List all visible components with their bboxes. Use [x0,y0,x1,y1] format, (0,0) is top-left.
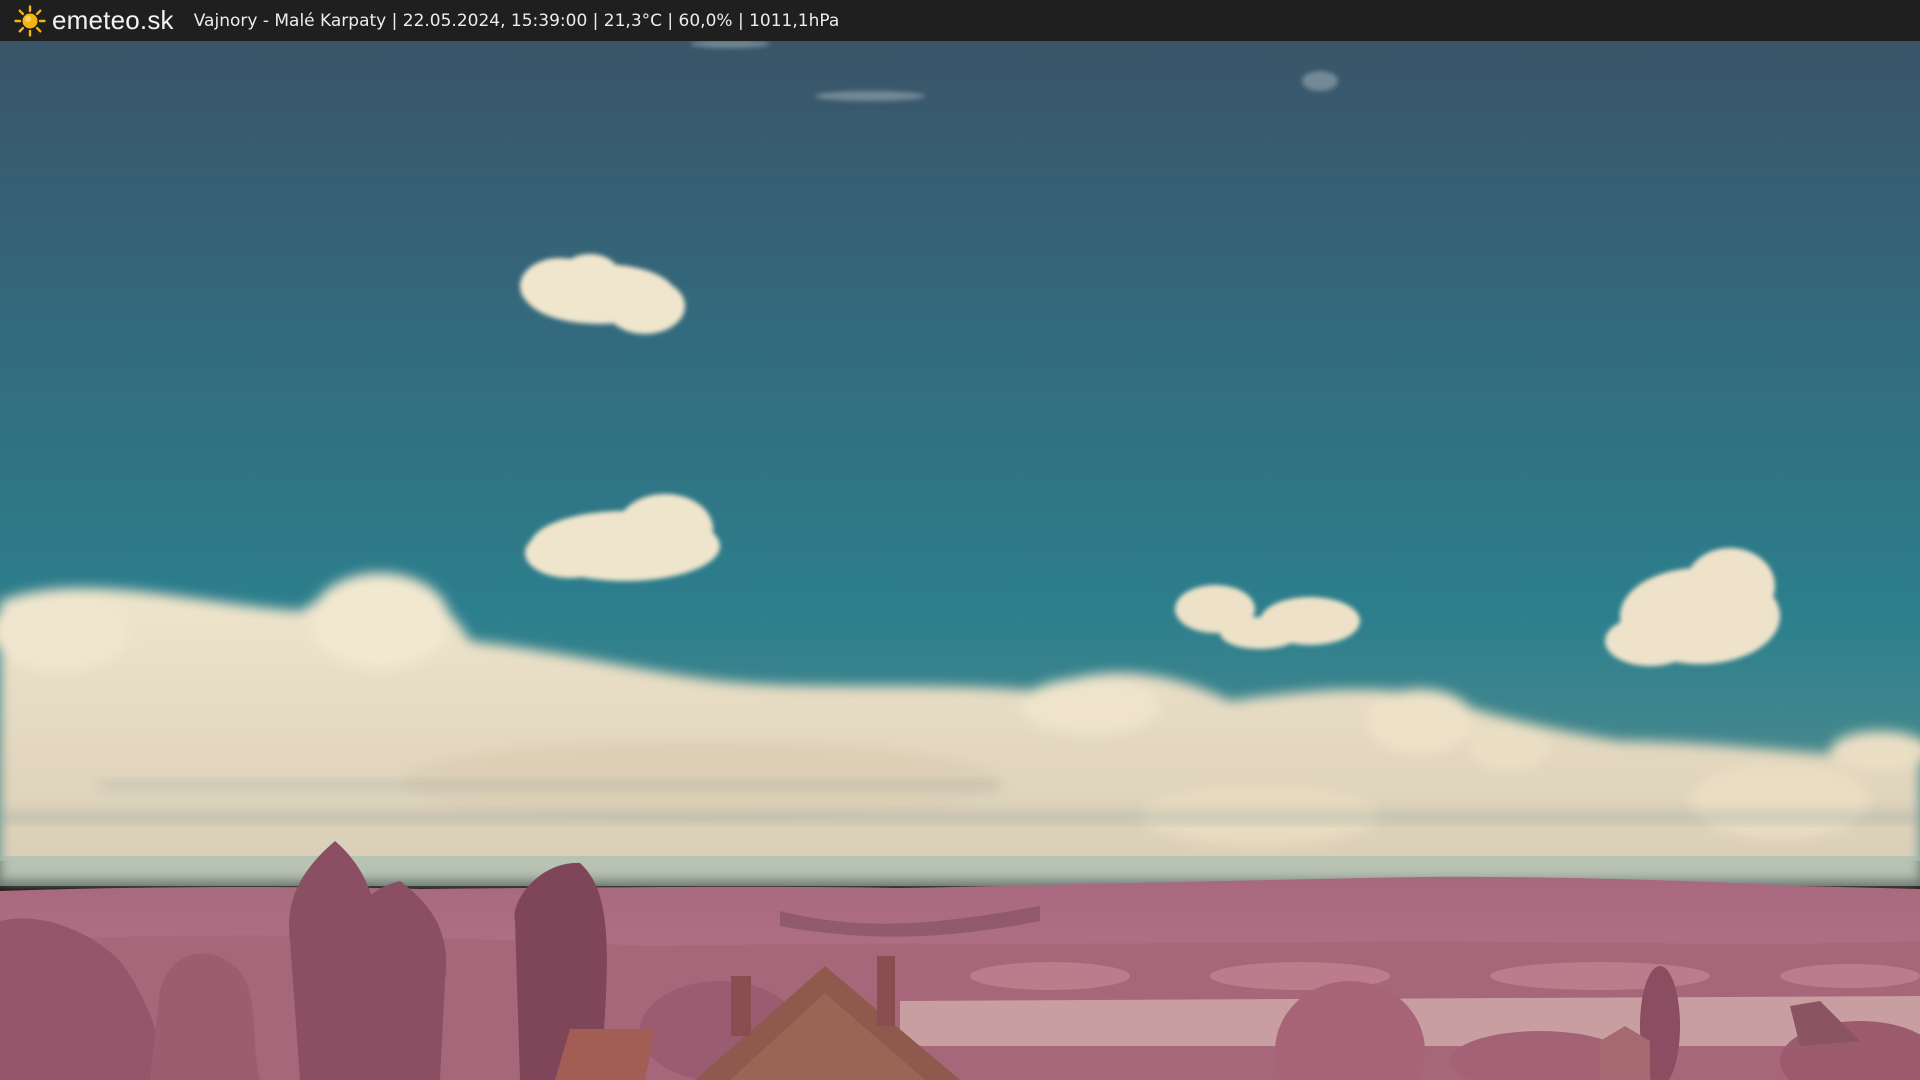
webcam-caption: Vajnory - Malé Karpaty | 22.05.2024, 15:… [193,10,840,31]
webcam-info-bar: emeteo.sk Vajnory - Malé Karpaty | 22.05… [0,0,1920,41]
emeteo-logo[interactable]: emeteo.sk [14,4,174,37]
house-roof-left [555,1029,655,1080]
brand-name: emeteo.sk [52,5,174,35]
sun-icon [14,4,46,37]
webcam-image [0,41,1920,1080]
